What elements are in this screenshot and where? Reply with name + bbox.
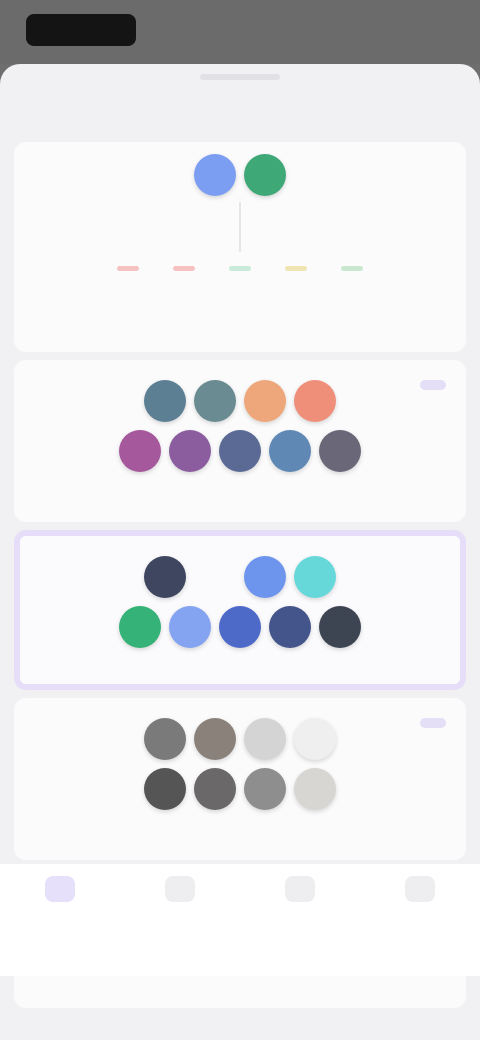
palette-swatch[interactable] — [319, 430, 361, 472]
hero-dot — [173, 266, 195, 271]
palette-swatch[interactable] — [294, 380, 336, 422]
hero-swatch[interactable] — [244, 154, 286, 196]
palette-swatch-row — [14, 430, 466, 472]
palette-swatch[interactable] — [294, 556, 336, 598]
palette-swatch-row — [14, 380, 466, 422]
palette-swatch[interactable] — [144, 380, 186, 422]
tab-4[interactable] — [365, 872, 475, 910]
palette-swatch[interactable] — [194, 718, 236, 760]
tab-2[interactable] — [125, 872, 235, 910]
palette-swatch[interactable] — [169, 606, 211, 648]
hero-swatch[interactable] — [194, 154, 236, 196]
palette-card[interactable] — [14, 360, 466, 522]
tab-3[interactable] — [245, 872, 355, 910]
palette-swatch[interactable] — [294, 718, 336, 760]
tab-icon — [405, 876, 435, 902]
palette-swatch[interactable] — [119, 606, 161, 648]
palette-swatch-row — [20, 556, 460, 598]
palette-title — [20, 542, 460, 556]
tab-icon — [285, 876, 315, 902]
status-time — [26, 14, 136, 46]
palette-swatch[interactable] — [269, 430, 311, 472]
hero-dot — [285, 266, 307, 271]
bottom-tab-bar — [0, 864, 480, 976]
palette-swatch[interactable] — [144, 768, 186, 810]
palette-swatch[interactable] — [119, 430, 161, 472]
palette-swatch[interactable] — [169, 430, 211, 472]
palette-swatch-row — [14, 718, 466, 760]
tab-1[interactable] — [5, 872, 115, 910]
palette-card[interactable] — [14, 698, 466, 860]
palette-swatch[interactable] — [294, 768, 336, 810]
palette-swatch[interactable] — [144, 556, 186, 598]
palette-swatch[interactable] — [219, 430, 261, 472]
palette-card[interactable] — [14, 530, 466, 690]
hero-dot — [341, 266, 363, 271]
palette-swatch[interactable] — [144, 718, 186, 760]
palette-swatch[interactable] — [244, 718, 286, 760]
palette-swatch[interactable] — [244, 556, 286, 598]
hero-swatch-row — [14, 142, 466, 196]
hero-connector — [239, 202, 241, 252]
status-bar — [0, 0, 480, 64]
palette-title — [14, 366, 466, 380]
palette-swatch[interactable] — [194, 380, 236, 422]
palette-swatch[interactable] — [319, 606, 361, 648]
sheet-grabber-handle[interactable] — [200, 74, 280, 80]
hero-dot — [117, 266, 139, 271]
hero-dot-row — [14, 266, 466, 271]
palette-swatch[interactable] — [244, 768, 286, 810]
palette-title — [14, 704, 466, 718]
palette-swatch-row — [20, 606, 460, 648]
hero-card — [14, 142, 466, 352]
palette-swatch[interactable] — [244, 380, 286, 422]
tab-icon — [45, 876, 75, 902]
palette-swatch[interactable] — [194, 768, 236, 810]
palette-swatch[interactable] — [219, 606, 261, 648]
palette-badge — [420, 718, 446, 728]
hero-dot — [229, 266, 251, 271]
palette-swatch-gap — [194, 556, 236, 598]
palette-swatch-row — [14, 768, 466, 810]
palette-swatch[interactable] — [269, 606, 311, 648]
app-screen — [0, 0, 480, 1040]
palette-badge — [420, 380, 446, 390]
tab-icon — [165, 876, 195, 902]
